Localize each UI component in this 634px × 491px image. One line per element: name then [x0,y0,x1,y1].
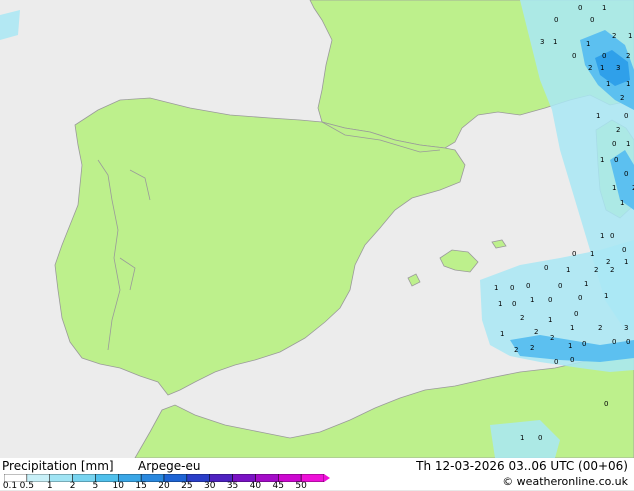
rain-value-label: 1 [600,232,604,240]
rain-value-label: 0 [570,356,574,364]
rain-value-label: 0 [554,16,558,24]
rain-value-label: 1 [498,300,502,308]
rain-value-label: 1 [494,284,498,292]
rain-value-label: 0 [574,310,578,318]
rain-value-label: 0 [510,284,514,292]
rain-value-label: 1 [612,184,616,192]
rain-value-label: 0 [624,112,628,120]
rain-value-label: 3 [540,38,544,46]
map-title: Precipitation [mm] [2,459,114,473]
rain-value-label: 0 [512,300,516,308]
rain-value-label: 1 [548,316,552,324]
rain-value-label: 0 [582,340,586,348]
rain-value-label: 1 [600,64,604,72]
rain-value-label: 1 [596,112,600,120]
rain-value-label: 0 [612,140,616,148]
rain-value-label: 3 [616,64,620,72]
rain-value-label: 2 [520,314,524,322]
rain-value-label: 0 [572,250,576,258]
rain-value-label: 1 [568,342,572,350]
rain-value-label: 2 [530,344,534,352]
rain-value-label: 2 [612,32,616,40]
rain-value-label: 2 [534,328,538,336]
rain-value-label: 2 [588,64,592,72]
rain-value-label: 0 [548,296,552,304]
rain-value-label: 1 [626,80,630,88]
rain-value-label: 0 [572,52,576,60]
rain-value-label: 1 [626,140,630,148]
rain-value-label: 1 [520,434,524,442]
rain-value-label: 0 [554,358,558,366]
rain-value-label: 2 [620,94,624,102]
rain-value-label: 0 [614,156,618,164]
rain-value-label: 0 [544,264,548,272]
rain-value-label: 1 [566,266,570,274]
rain-value-label: 1 [584,280,588,288]
rain-value-label: 0 [604,400,608,408]
model-name: Arpege-eu [138,459,201,473]
rain-value-label: 3 [624,324,628,332]
rain-value-label: 2 [550,334,554,342]
rain-value-label: 2 [594,266,598,274]
rain-value-label: 0 [558,282,562,290]
rain-value-label: 2 [616,126,620,134]
rain-value-label: 1 [590,250,594,258]
rain-value-label: 1 [500,330,504,338]
precipitation-map: 0100311210021321121020110012110010210122… [0,0,634,458]
rain-value-label: 1 [602,4,606,12]
rain-value-label: 1 [620,199,624,207]
rain-value-label: 1 [628,32,632,40]
rain-value-label: 2 [610,266,614,274]
rain-value-label: 0 [612,338,616,346]
rain-value-label: 2 [606,258,610,266]
rain-value-label: 0 [590,16,594,24]
rain-value-label: 1 [624,258,628,266]
rain-value-label: 2 [514,346,518,354]
rain-value-label: 0 [538,434,542,442]
rain-value-label: 0 [610,232,614,240]
rain-value-label: 2 [598,324,602,332]
rain-value-label: 1 [606,80,610,88]
rain-value-label: 1 [586,40,590,48]
rain-value-label: 1 [530,296,534,304]
credit-link[interactable]: © weatheronline.co.uk [502,475,628,488]
rain-value-label: 1 [570,324,574,332]
rain-value-label: 1 [604,292,608,300]
rain-value-label: 0 [602,52,606,60]
rain-value-label: 0 [578,4,582,12]
rain-value-label: 2 [626,52,630,60]
valid-time: Th 12-03-2026 03..06 UTC (00+06) [416,459,628,473]
rain-value-label: 1 [600,156,604,164]
legend-footer: Precipitation [mm] Arpege-eu Th 12-03-20… [0,458,634,491]
rain-value-label: 0 [526,282,530,290]
rain-value-label: 0 [622,246,626,254]
rain-value-label: 0 [626,338,630,346]
rain-value-label: 0 [624,170,628,178]
rain-value-label: 0 [578,294,582,302]
rain-value-label: 1 [553,38,557,46]
